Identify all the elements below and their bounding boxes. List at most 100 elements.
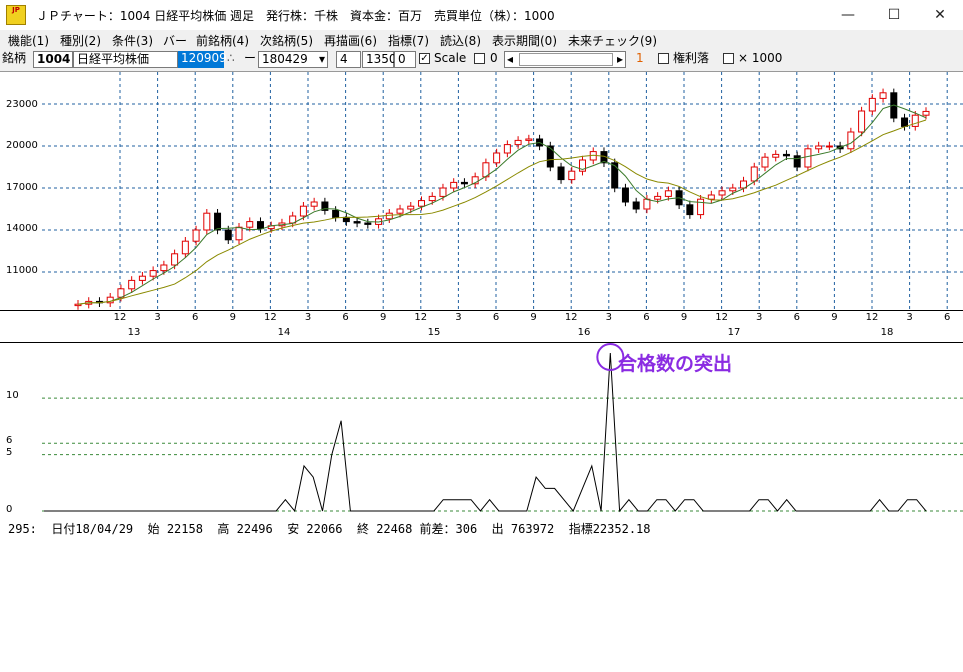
scale-label: Scale: [434, 51, 467, 65]
candle-body: [160, 264, 168, 272]
candle-body: [611, 162, 619, 189]
candle-body: [439, 187, 447, 197]
scroll-left-icon[interactable]: ◂: [507, 52, 513, 67]
x-tick-month: 12: [865, 312, 879, 323]
toolbar: 銘柄 1004 日経平均株価 120909 ∴ ー 180429 ▾ 4 1350…: [0, 49, 963, 71]
x-tick-month: 12: [414, 312, 428, 323]
x-tick-month: 3: [455, 312, 462, 323]
candle-body: [858, 110, 866, 133]
menu-redraw[interactable]: 再描画(6): [324, 32, 377, 49]
y-tick-23000: 23000: [6, 99, 38, 110]
menu-load[interactable]: 読込(8): [440, 32, 481, 49]
candle-body: [256, 221, 264, 230]
menu-prev-stock[interactable]: 前銘柄(4): [196, 32, 249, 49]
y-tick-5: 5: [6, 447, 13, 458]
param3-input[interactable]: 0: [394, 51, 416, 68]
candle-body: [825, 145, 833, 148]
x-tick-month: 12: [564, 312, 578, 323]
moving-average-short: [77, 104, 927, 305]
candle-body: [750, 166, 758, 182]
candle-body: [632, 201, 640, 210]
marker-value: 1: [636, 51, 644, 65]
x-tick-month: 9: [530, 312, 537, 323]
x-tick-year: 13: [127, 327, 141, 338]
candle-body: [697, 198, 705, 216]
candle-body: [643, 198, 651, 210]
indicator-chart: [42, 343, 963, 513]
x-tick-month: 6: [944, 312, 951, 323]
candle-body: [621, 187, 629, 203]
param2-input[interactable]: 1350: [362, 51, 397, 68]
param1-input[interactable]: 4: [336, 51, 361, 68]
chevron-down-icon: ▾: [318, 52, 325, 66]
candle-body: [396, 208, 404, 214]
x-tick-year: 17: [727, 327, 741, 338]
candle-body: [128, 279, 136, 290]
candle-body: [772, 153, 780, 158]
y-tick-10: 10: [6, 390, 19, 401]
candle-body: [707, 194, 715, 200]
candle-body: [514, 139, 522, 146]
candle-body: [664, 190, 672, 197]
candle-body: [203, 212, 211, 231]
candle-body: [922, 110, 930, 116]
candle-body: [332, 209, 340, 218]
candle-body: [364, 222, 372, 225]
candle-body: [729, 187, 737, 192]
menu-indicator[interactable]: 指標(7): [388, 32, 429, 49]
indicator-chart-panel: 10 6 5 0: [0, 342, 963, 518]
candle-body: [525, 138, 533, 141]
x-tick-year: 15: [427, 327, 441, 338]
kenri-checkbox[interactable]: [658, 53, 669, 64]
end-date-select[interactable]: 180429 ▾: [258, 51, 328, 68]
candle-body: [149, 270, 157, 277]
candle-body: [310, 201, 318, 207]
scroll-thumb[interactable]: [519, 53, 613, 66]
period-scrollbar[interactable]: ◂ ▸: [504, 51, 626, 68]
close-button[interactable]: ✕: [917, 0, 963, 30]
x-tick-month: 9: [380, 312, 387, 323]
candle-body: [138, 275, 146, 281]
scroll-right-icon[interactable]: ▸: [617, 52, 623, 67]
menu-display-period[interactable]: 表示期間(0): [492, 32, 557, 49]
annotation-label: 合格数の突出: [618, 353, 733, 375]
y-tick-11000: 11000: [6, 265, 38, 276]
x-tick-month: 6: [192, 312, 199, 323]
x-tick-month: 12: [264, 312, 277, 323]
y-tick-0: 0: [6, 504, 13, 515]
menu-next-stock[interactable]: 次銘柄(5): [260, 32, 313, 49]
x-tick-month: 3: [605, 312, 612, 323]
y-tick-14000: 14000: [6, 223, 38, 234]
spin-icon[interactable]: ∴: [227, 51, 241, 68]
candle-body: [868, 97, 876, 112]
start-date-input[interactable]: 120909: [178, 51, 227, 68]
menu-kinou[interactable]: 機能(1): [8, 32, 49, 49]
candle-body: [353, 221, 361, 224]
menu-jouken[interactable]: 条件(3): [112, 32, 153, 49]
candle-body: [235, 226, 243, 241]
x-tick-month: 12: [113, 312, 127, 323]
x1000-checkbox[interactable]: [723, 53, 734, 64]
minimize-button[interactable]: —: [825, 0, 871, 30]
candle-body: [901, 117, 909, 127]
menu-future-check[interactable]: 未来チェック(9): [568, 32, 657, 49]
candle-body: [224, 229, 232, 241]
y-tick-17000: 17000: [6, 182, 38, 193]
time-axis: 12 3 6 9 12 3 6 9 12 3 6 9 12 3 6 9 12 3 6 9 12 3 6 13 14 15 16 17 1…: [0, 311, 963, 342]
candle-body: [192, 229, 200, 242]
status-line: 295: 日付18/04/29 始 22158 高 22496 安 22066 …: [8, 522, 651, 536]
indicator-line: [44, 352, 927, 513]
zero-checkbox[interactable]: [474, 53, 485, 64]
x-tick-month: 3: [154, 312, 161, 323]
candle-body: [493, 152, 501, 164]
scale-checkbox[interactable]: ✓: [419, 53, 430, 64]
x-tick-month: 9: [229, 312, 236, 323]
maximize-button[interactable]: ☐: [871, 0, 917, 30]
candle-body: [879, 92, 887, 99]
code-input[interactable]: 1004: [33, 51, 73, 68]
app-icon: JP: [6, 5, 26, 25]
stock-name-field[interactable]: 日経平均株価: [73, 51, 178, 68]
menu-shubetsu[interactable]: 種別(2): [60, 32, 101, 49]
price-chart: [42, 72, 963, 310]
menu-bar-item[interactable]: バー: [163, 32, 187, 49]
